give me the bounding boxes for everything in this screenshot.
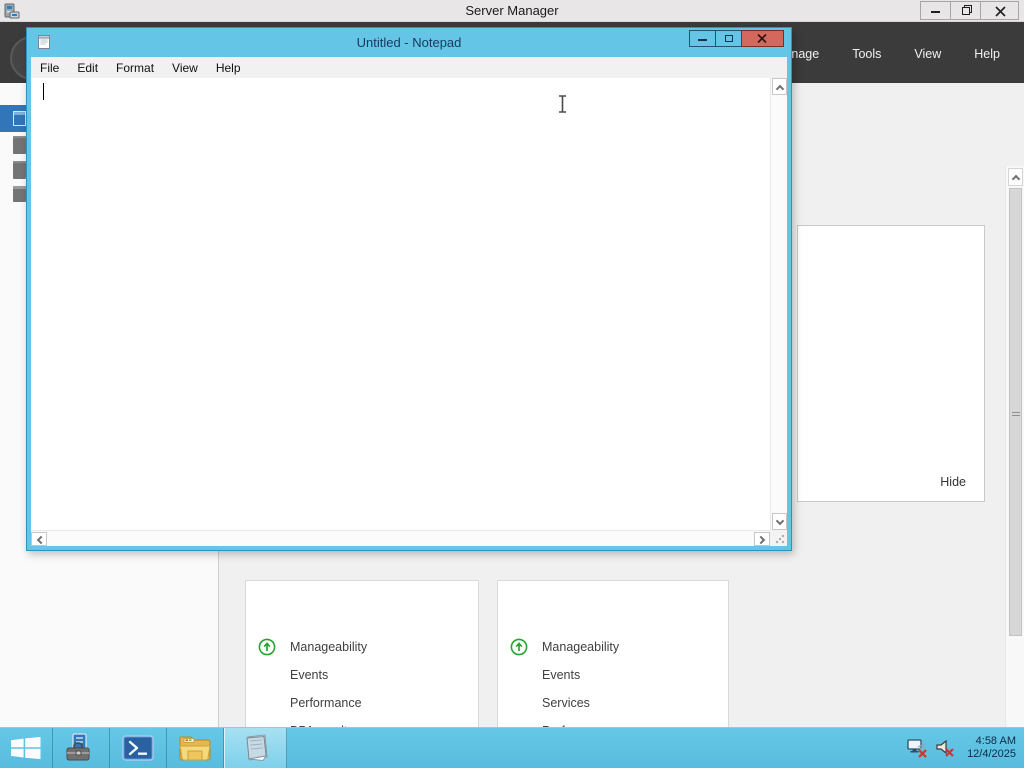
scroll-up-button[interactable]	[1008, 168, 1023, 186]
tile-link-manageability[interactable]: Manageability	[290, 640, 367, 660]
menu-file[interactable]: File	[31, 59, 68, 77]
minimize-icon	[931, 11, 940, 13]
start-button[interactable]	[0, 728, 53, 768]
status-up-icon	[258, 638, 276, 656]
close-icon	[757, 33, 767, 44]
tile-link-manageability[interactable]: Manageability	[542, 640, 619, 660]
tile-link-events[interactable]: Events	[542, 668, 580, 688]
ibeam-cursor-icon	[559, 95, 566, 113]
chevron-up-icon	[1011, 174, 1021, 184]
main-scrollbar[interactable]	[1005, 166, 1024, 768]
chevron-left-icon	[36, 535, 46, 545]
scroll-right-button[interactable]	[754, 532, 770, 546]
hide-link[interactable]: Hide	[940, 475, 966, 489]
notepad-minimize-button[interactable]	[689, 30, 716, 47]
taskbar: 4:58 AM 12/4/2025	[0, 727, 1024, 768]
notepad-maximize-button[interactable]	[715, 30, 742, 47]
sm-minimize-button[interactable]	[920, 1, 951, 20]
thumb-grip-icon	[1012, 412, 1020, 418]
menu-tools[interactable]: Tools	[852, 47, 881, 61]
chevron-down-icon	[775, 516, 785, 526]
menu-format[interactable]: Format	[107, 59, 163, 77]
windows-logo-icon	[11, 737, 41, 760]
file-explorer-icon	[179, 736, 211, 761]
menu-edit[interactable]: Edit	[68, 59, 107, 77]
menu-help[interactable]: Help	[974, 47, 1000, 61]
server-manager-menubar: Manage Tools View Help	[774, 47, 1000, 61]
menu-help[interactable]: Help	[207, 59, 250, 77]
file-storage-icon	[13, 186, 26, 202]
notepad-menubar: File Edit Format View Help	[31, 57, 787, 78]
taskbar-notepad-button[interactable]	[224, 728, 287, 768]
notepad-client-area	[31, 78, 787, 546]
tile-link-services[interactable]: Services	[542, 696, 590, 716]
clock-time: 4:58 AM	[975, 735, 1016, 747]
notepad-window-controls	[689, 30, 784, 47]
tile-link-events[interactable]: Events	[290, 668, 328, 688]
status-up-icon	[510, 638, 528, 656]
tile-link-performance[interactable]: Performance	[290, 696, 362, 716]
system-tray: 4:58 AM 12/4/2025	[906, 728, 1024, 768]
taskbar-server-manager-button[interactable]	[53, 728, 110, 768]
maximize-icon	[725, 35, 733, 42]
clock-date: 12/4/2025	[967, 748, 1016, 760]
notepad-close-button[interactable]	[741, 30, 784, 47]
notepad-title: Untitled - Notepad	[356, 35, 462, 50]
notepad-vertical-scrollbar[interactable]	[770, 78, 787, 530]
notepad-titlebar[interactable]: Untitled - Notepad	[27, 28, 791, 57]
taskbar-empty-area	[287, 728, 906, 768]
close-icon	[995, 6, 1006, 17]
chevron-right-icon	[756, 535, 766, 545]
server-manager-title: Server Manager	[465, 3, 559, 18]
scroll-left-button[interactable]	[31, 532, 47, 546]
all-servers-icon	[13, 161, 26, 179]
volume-muted-icon[interactable]	[935, 738, 955, 758]
server-manager-window-controls	[920, 1, 1019, 20]
dashboard-icon	[13, 111, 26, 126]
sm-close-button[interactable]	[980, 1, 1019, 20]
taskbar-file-explorer-button[interactable]	[167, 728, 224, 768]
menu-view[interactable]: View	[163, 59, 207, 77]
taskbar-powershell-button[interactable]	[110, 728, 167, 768]
scroll-up-button[interactable]	[772, 78, 787, 95]
chevron-up-icon	[775, 84, 785, 94]
resize-grip[interactable]	[770, 530, 787, 546]
minimize-icon	[698, 39, 707, 41]
taskbar-clock[interactable]: 4:58 AM 12/4/2025	[962, 735, 1016, 761]
scrollbar-thumb[interactable]	[1009, 188, 1022, 636]
text-caret	[43, 83, 44, 100]
server-manager-titlebar: Server Manager	[0, 0, 1024, 22]
server-manager-icon	[66, 733, 90, 761]
notepad-horizontal-scrollbar[interactable]	[31, 530, 770, 546]
powershell-icon	[122, 735, 154, 761]
sm-restore-button[interactable]	[950, 1, 981, 20]
scroll-down-button[interactable]	[772, 513, 787, 530]
menu-view[interactable]: View	[914, 47, 941, 61]
welcome-panel: Hide	[797, 225, 985, 502]
notepad-icon	[245, 734, 268, 762]
grip-dots-icon	[775, 534, 785, 544]
local-server-icon	[13, 136, 26, 154]
notepad-text-area[interactable]	[31, 78, 770, 530]
notepad-window: Untitled - Notepad File Edit Format View…	[26, 27, 792, 551]
network-disconnected-icon[interactable]	[906, 738, 928, 758]
